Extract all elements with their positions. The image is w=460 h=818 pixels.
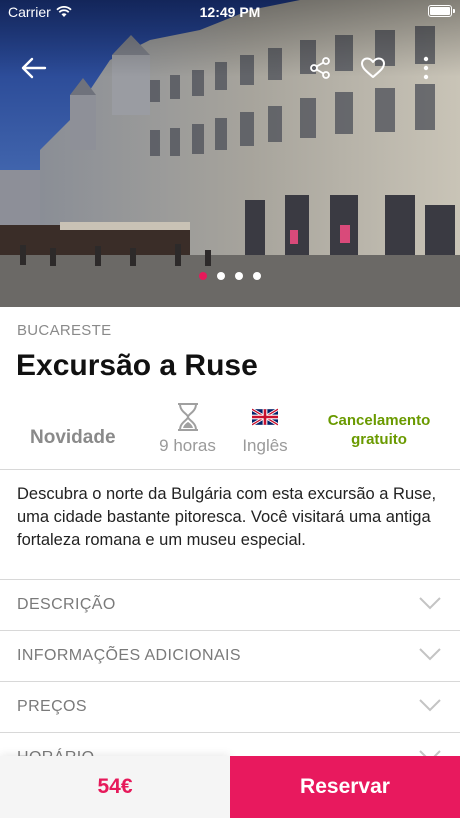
carousel-dots[interactable] bbox=[0, 272, 460, 280]
language-label: Inglês bbox=[242, 436, 288, 455]
section-description[interactable]: DESCRIÇÃO bbox=[0, 579, 460, 630]
heart-icon bbox=[361, 57, 385, 78]
reserve-button[interactable]: Reservar bbox=[230, 756, 460, 818]
duration-label: 9 horas bbox=[159, 436, 216, 455]
booking-bar: 54€ Reservar bbox=[0, 756, 460, 818]
carousel-dot[interactable] bbox=[235, 272, 243, 280]
activity-title: Excursão a Ruse bbox=[16, 349, 258, 382]
status-bar: Carrier 12:49 PM bbox=[0, 0, 460, 26]
hero-image[interactable]: Carrier 12:49 PM bbox=[0, 0, 460, 307]
status-time: 12:49 PM bbox=[199, 4, 261, 20]
activity-description: Descubra o norte da Bulgária com esta ex… bbox=[17, 485, 437, 549]
section-additional-info[interactable]: INFORMAÇÕES ADICIONAIS bbox=[0, 630, 460, 681]
uk-flag-icon bbox=[252, 408, 278, 426]
chevron-down-icon bbox=[419, 699, 441, 712]
carousel-dot[interactable] bbox=[199, 272, 207, 280]
share-icon bbox=[310, 57, 330, 79]
free-cancellation-label: Cancelamento gratuito bbox=[327, 412, 431, 448]
more-vertical-icon bbox=[423, 56, 429, 80]
battery-icon bbox=[428, 5, 455, 17]
divider bbox=[0, 469, 460, 470]
price-label: 54€ bbox=[0, 756, 230, 818]
city-label: BUCARESTE bbox=[17, 322, 112, 339]
hero-photo bbox=[0, 0, 460, 307]
chevron-down-icon bbox=[419, 648, 441, 661]
language-feature: Inglês bbox=[232, 402, 298, 456]
back-button[interactable] bbox=[18, 52, 50, 84]
section-label: INFORMAÇÕES ADICIONAIS bbox=[17, 647, 241, 664]
features-row: Novidade 9 horas Inglês Cancelamento gra… bbox=[0, 397, 460, 469]
section-label: DESCRIÇÃO bbox=[17, 596, 116, 613]
carousel-dot[interactable] bbox=[253, 272, 261, 280]
hourglass-icon bbox=[177, 403, 198, 431]
share-button[interactable] bbox=[304, 52, 336, 84]
favorite-button[interactable] bbox=[357, 52, 389, 84]
section-label: PREÇOS bbox=[17, 698, 87, 715]
back-arrow-icon bbox=[21, 57, 47, 79]
new-badge: Novidade bbox=[30, 427, 116, 448]
section-prices[interactable]: PREÇOS bbox=[0, 681, 460, 732]
duration-feature: 9 horas bbox=[150, 402, 225, 456]
more-button[interactable] bbox=[410, 52, 442, 84]
chevron-down-icon bbox=[419, 597, 441, 610]
carousel-dot[interactable] bbox=[217, 272, 225, 280]
